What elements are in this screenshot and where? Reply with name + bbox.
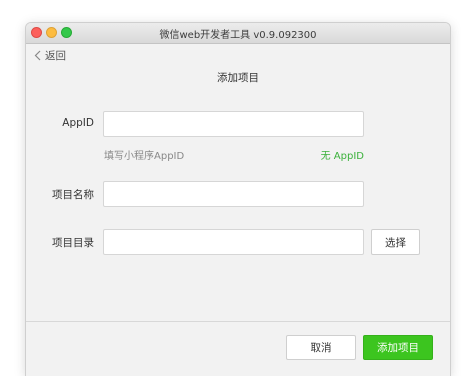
no-appid-link[interactable]: 无 AppID bbox=[316, 147, 364, 162]
project-name-label: 项目名称 bbox=[52, 189, 94, 201]
back-label: 返回 bbox=[45, 49, 66, 62]
footer-divider bbox=[26, 321, 450, 322]
page-title: 添加项目 bbox=[217, 72, 259, 84]
cancel-button[interactable]: 取消 bbox=[286, 335, 356, 360]
add-project-button[interactable]: 添加项目 bbox=[363, 335, 433, 360]
appid-input[interactable] bbox=[103, 111, 364, 137]
window-title: 微信web开发者工具 v0.9.092300 bbox=[159, 30, 317, 41]
project-name-input[interactable] bbox=[103, 181, 364, 207]
back-button[interactable]: 返回 bbox=[34, 48, 66, 62]
appid-hint: 填写小程序AppID bbox=[104, 151, 185, 162]
appid-label: AppID bbox=[62, 117, 94, 129]
chevron-left-icon bbox=[34, 50, 41, 60]
title-bar: 微信web开发者工具 v0.9.092300 bbox=[26, 23, 450, 44]
app-window: 微信web开发者工具 v0.9.092300 返回 添加项目 AppID 填写小… bbox=[26, 23, 450, 376]
project-dir-label: 项目目录 bbox=[52, 237, 94, 249]
choose-dir-button[interactable]: 选择 bbox=[371, 229, 420, 255]
project-dir-input[interactable] bbox=[103, 229, 364, 255]
